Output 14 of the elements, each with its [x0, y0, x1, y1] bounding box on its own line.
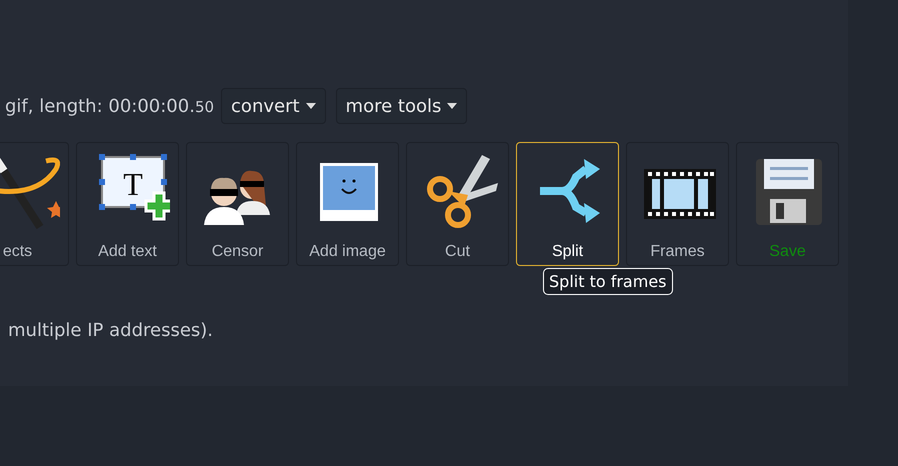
dropdown-button[interactable]: more tools — [336, 88, 468, 124]
tooltip: Split to frames — [543, 268, 672, 295]
caret-icon — [447, 103, 458, 109]
file-info-text: gif, length: 00:00:00.50 — [5, 96, 214, 116]
dropdown-button[interactable]: convert — [221, 88, 326, 124]
tool-button[interactable]: Add image — [296, 142, 399, 266]
tool-button[interactable]: Split — [516, 142, 619, 266]
tool-button[interactable]: Censor — [186, 142, 289, 266]
caret-icon — [306, 103, 316, 109]
tool-button[interactable]: Cut — [406, 142, 509, 266]
note-text: multiple IP addresses). — [8, 320, 214, 341]
tool-button[interactable]: T Add text — [76, 142, 179, 266]
tool-button[interactable]: Frames — [626, 142, 729, 266]
tool-button[interactable]: ects — [0, 142, 69, 266]
